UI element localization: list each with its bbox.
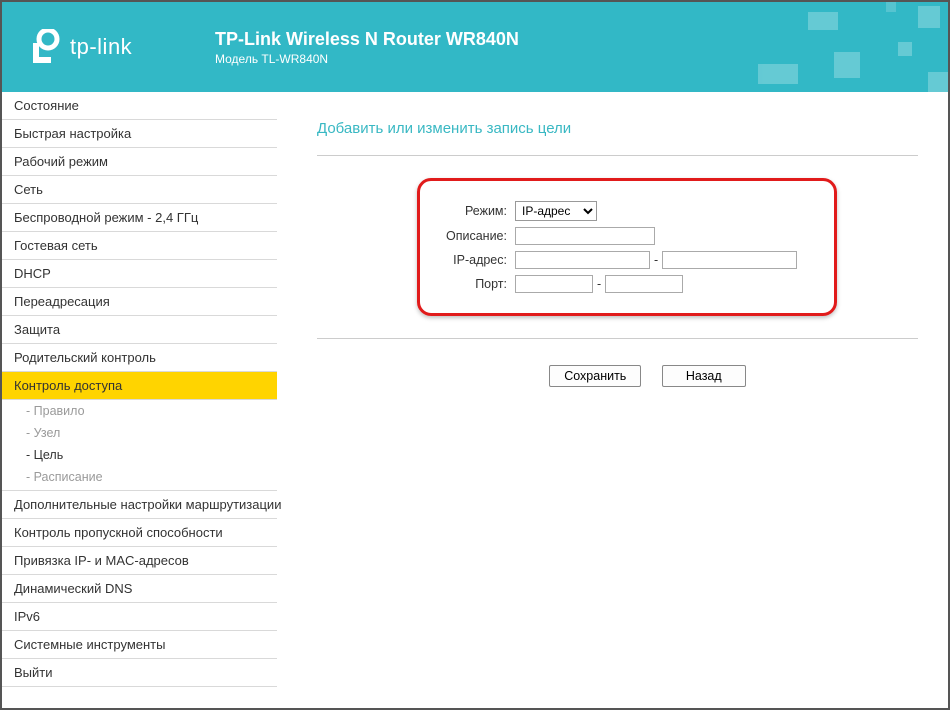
row-description: Описание: (430, 227, 814, 245)
sidebar-item[interactable]: DHCP (2, 260, 277, 288)
sidebar-item[interactable]: Динамический DNS (2, 575, 277, 603)
header: tp-link TP-Link Wireless N Router WR840N… (2, 2, 948, 92)
sidebar-item[interactable]: Системные инструменты (2, 631, 277, 659)
sidebar-item[interactable]: Рабочий режим (2, 148, 277, 176)
sidebar: СостояниеБыстрая настройкаРабочий режимС… (2, 92, 277, 708)
sidebar-item[interactable]: Контроль доступа (2, 372, 277, 400)
brand-text: tp-link (70, 34, 132, 60)
form-highlight-box: Режим: IP-адрес Описание: IP-адрес: - (417, 178, 837, 316)
label-description: Описание: (430, 229, 515, 243)
sidebar-item[interactable]: Сеть (2, 176, 277, 204)
dash-icon: - (650, 253, 662, 267)
port-from-input[interactable] (515, 275, 593, 293)
main-panel: Добавить или изменить запись цели Режим:… (277, 92, 948, 708)
back-button[interactable]: Назад (662, 365, 746, 387)
ip-from-input[interactable] (515, 251, 650, 269)
port-to-input[interactable] (605, 275, 683, 293)
sidebar-item[interactable]: Состояние (2, 92, 277, 120)
sidebar-item[interactable]: Дополнительные настройки маршрутизации (2, 491, 277, 519)
label-mode: Режим: (430, 204, 515, 218)
label-ip: IP-адрес: (430, 253, 515, 267)
row-port: Порт: - (430, 275, 814, 293)
header-titles: TP-Link Wireless N Router WR840N Модель … (215, 29, 519, 66)
row-mode: Режим: IP-адрес (430, 201, 814, 221)
sidebar-item[interactable]: Быстрая настройка (2, 120, 277, 148)
sidebar-list: СостояниеБыстрая настройкаРабочий режимС… (2, 92, 277, 687)
sidebar-subitem[interactable]: - Расписание (2, 466, 277, 491)
sidebar-subitem[interactable]: - Узел (2, 422, 277, 444)
dash-icon: - (593, 277, 605, 291)
description-input[interactable] (515, 227, 655, 245)
tp-link-logo-icon (30, 29, 60, 65)
sidebar-subitem[interactable]: - Цель (2, 444, 277, 466)
product-title: TP-Link Wireless N Router WR840N (215, 29, 519, 50)
header-decoration (718, 2, 948, 92)
save-button[interactable]: Сохранить (549, 365, 641, 387)
divider-top (317, 155, 918, 156)
sidebar-subitem[interactable]: - Правило (2, 400, 277, 422)
app-frame: tp-link TP-Link Wireless N Router WR840N… (0, 0, 950, 710)
page-title: Добавить или изменить запись цели (317, 120, 918, 137)
sidebar-item[interactable]: IPv6 (2, 603, 277, 631)
sidebar-item[interactable]: Переадресация (2, 288, 277, 316)
brand-logo: tp-link (30, 29, 215, 65)
sidebar-item[interactable]: Выйти (2, 659, 277, 687)
sidebar-item[interactable]: Защита (2, 316, 277, 344)
sidebar-item[interactable]: Контроль пропускной способности (2, 519, 277, 547)
product-subtitle: Модель TL-WR840N (215, 52, 519, 66)
sidebar-item[interactable]: Привязка IP- и MAC-адресов (2, 547, 277, 575)
sidebar-item[interactable]: Беспроводной режим - 2,4 ГГц (2, 204, 277, 232)
ip-to-input[interactable] (662, 251, 797, 269)
divider-bottom (317, 338, 918, 339)
sidebar-item[interactable]: Родительский контроль (2, 344, 277, 372)
sidebar-item[interactable]: Гостевая сеть (2, 232, 277, 260)
mode-select[interactable]: IP-адрес (515, 201, 597, 221)
label-port: Порт: (430, 277, 515, 291)
row-ip: IP-адрес: - (430, 251, 814, 269)
button-row: Сохранить Назад (377, 365, 918, 387)
